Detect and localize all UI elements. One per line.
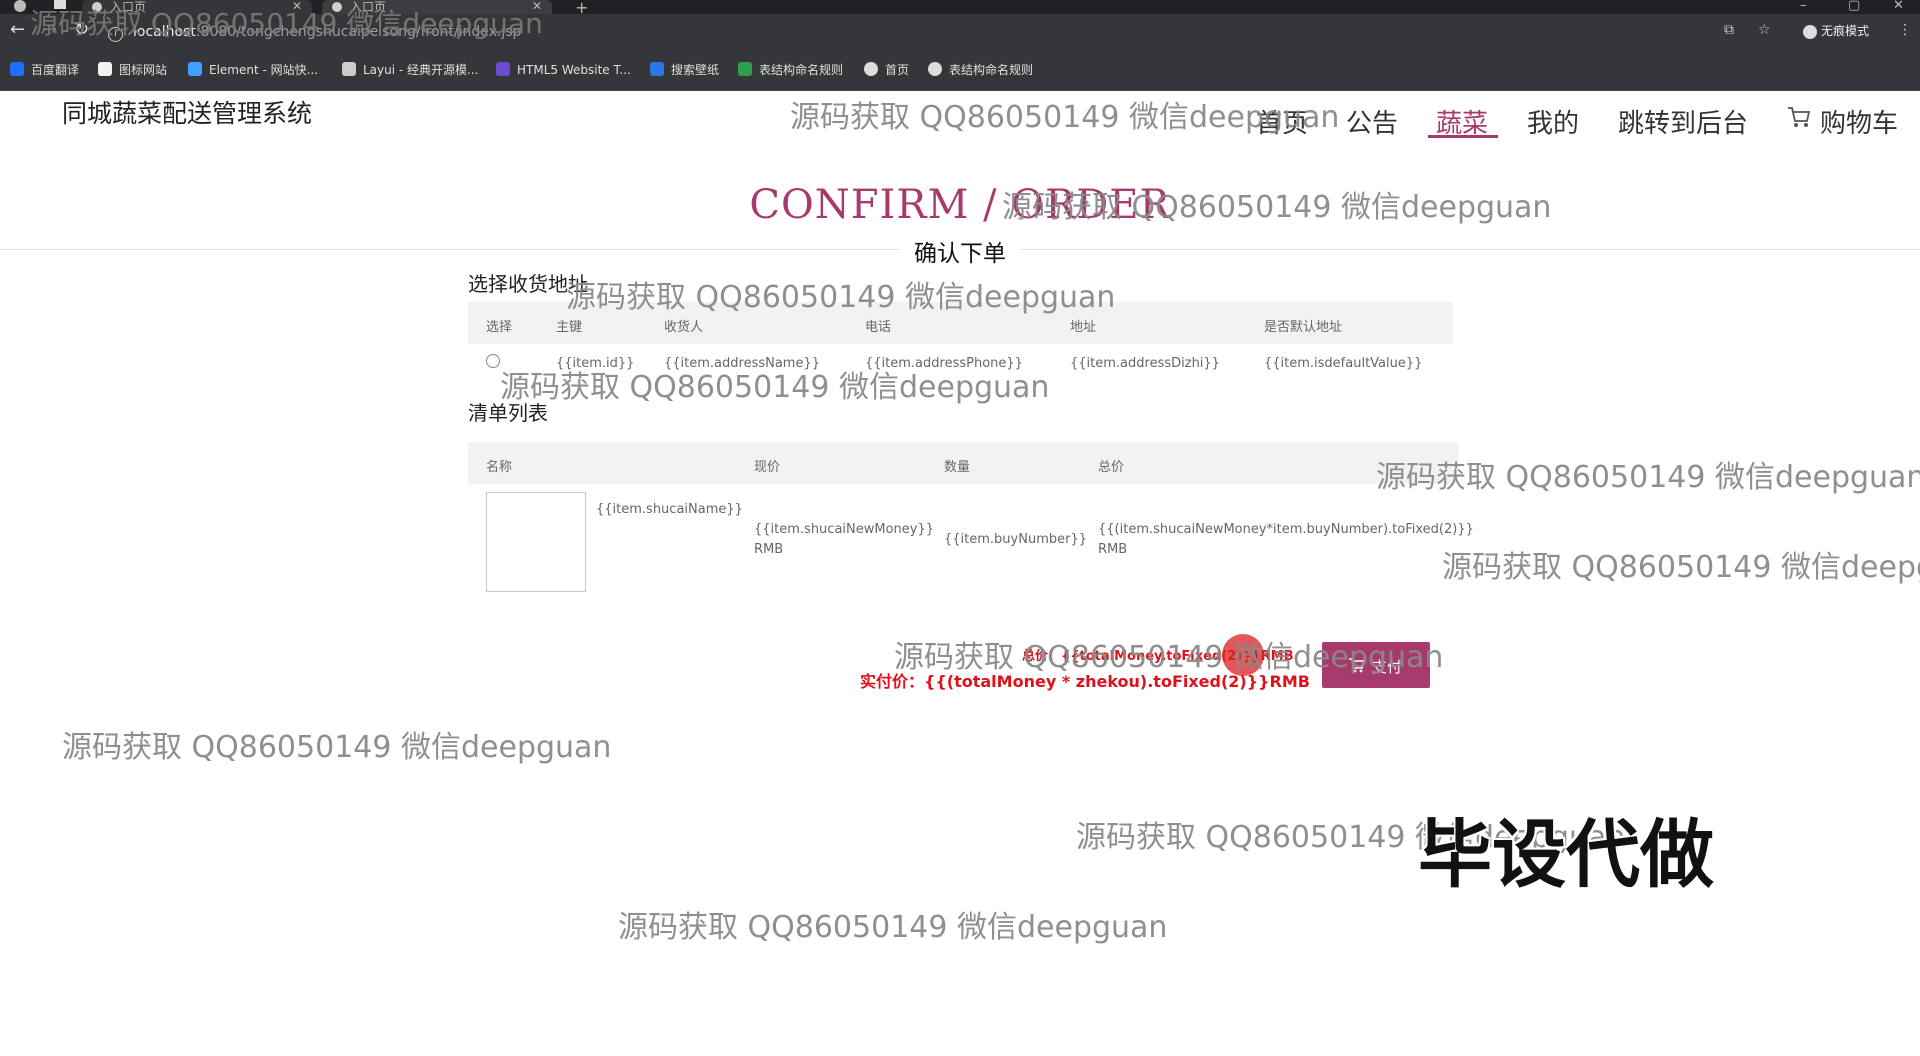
star-icon[interactable]: ☆ — [1758, 22, 1771, 38]
nav-active-underline — [1428, 135, 1498, 138]
bookmark-label: 图标网站 — [119, 63, 168, 77]
watermark: 源码获取 QQ86050149 微信deepguan — [618, 910, 1168, 945]
window-minimize-icon[interactable]: – — [1800, 0, 1807, 13]
watermark: 源码获取 QQ86050149 微信deepguan — [1376, 460, 1920, 495]
bookmark-label: Element - 网站快... — [209, 63, 319, 77]
site-title: 同城蔬菜配送管理系统 — [62, 99, 313, 128]
order-row: {{item.shucaiName}} {{item.shucaiNewMone… — [468, 484, 1474, 592]
watermark: 源码获取 QQ86050149 微信deepguan — [1002, 190, 1552, 225]
bookmark-label: HTML5 Website T... — [517, 63, 631, 77]
order-col-total: 总价 — [1098, 460, 1125, 475]
watermark: 源码获取 QQ86050149 微信deepguan — [30, 7, 543, 40]
window-close-icon[interactable]: ✕ — [1893, 0, 1904, 13]
nav-cart[interactable]: 购物车 — [1820, 103, 1898, 140]
bookmark-5[interactable]: HTML5 Website T... — [496, 62, 631, 78]
bookmark-9[interactable]: 表结构命名规则 — [928, 62, 1033, 78]
bookmark-label: 表结构命名规则 — [759, 63, 844, 77]
bookmark-label: 搜索壁纸 — [671, 63, 720, 77]
nav-notice[interactable]: 公告 — [1346, 103, 1398, 140]
bookmark-6[interactable]: 搜索壁纸 — [650, 62, 719, 78]
back-icon[interactable]: ← — [10, 20, 25, 40]
address-radio[interactable] — [486, 354, 500, 368]
bookmark-label: 百度翻译 — [31, 63, 80, 77]
incognito-icon — [1803, 24, 1817, 39]
browser-menu-icon[interactable] — [14, 0, 26, 12]
address-col-select: 选择 — [486, 320, 513, 335]
product-thumbnail — [486, 492, 586, 592]
order-col-price: 现价 — [754, 460, 781, 475]
bookmark-3[interactable]: Element - 网站快... — [188, 62, 318, 78]
product-total: {{(item.shucaiNewMoney*item.buyNumber).t… — [1098, 522, 1474, 537]
page-heading: CONFIRM / ORDER — [749, 182, 1171, 228]
bookmark-2[interactable]: 图标网站 — [98, 62, 167, 78]
watermark: 源码获取 QQ86050149 微信deepguan — [500, 370, 1050, 405]
window-maximize-icon[interactable]: ▢ — [1848, 0, 1860, 13]
bookmark-favicon — [342, 62, 356, 76]
order-col-quantity: 数量 — [944, 460, 971, 475]
bookmark-7[interactable]: 表结构命名规则 — [738, 62, 843, 78]
watermark: 源码获取 QQ86050149 微信deepguan — [894, 640, 1444, 675]
bookmark-label: 首页 — [885, 63, 910, 77]
order-col-name: 名称 — [486, 460, 513, 475]
bookmark-8[interactable]: 首页 — [864, 62, 909, 78]
bookmark-4[interactable]: Layui - 经典开源模... — [342, 62, 478, 78]
watermark: 源码获取 QQ86050149 微信deepguan — [790, 100, 1340, 135]
bookmark-favicon — [98, 62, 112, 76]
bookmark-favicon — [738, 62, 752, 76]
address-col-id: 主键 — [556, 320, 583, 335]
incognito-indicator[interactable]: 无痕模式 — [1795, 20, 1877, 42]
address-col-name: 收货人 — [664, 320, 704, 335]
bookmark-1[interactable]: 百度翻译 — [10, 62, 79, 78]
bookmark-favicon — [188, 62, 202, 76]
bookmark-label: Layui - 经典开源模... — [363, 63, 479, 77]
watermark: 源码获取 QQ86050149 微信deepguan — [62, 730, 612, 765]
address-col-phone: 电话 — [865, 320, 892, 335]
browser-more-icon[interactable]: ⋮ — [1898, 22, 1912, 38]
bookmark-favicon — [10, 62, 24, 76]
product-price-unit: RMB — [754, 542, 784, 557]
product-name: {{item.shucaiName}} — [596, 502, 743, 517]
page-subtitle: 确认下单 — [900, 234, 1020, 268]
watermark-large: 毕设代做 — [1418, 812, 1714, 898]
address-default: {{item.isdefaultValue}} — [1264, 356, 1423, 371]
bookmark-favicon — [496, 62, 510, 76]
address-col-default: 是否默认地址 — [1264, 320, 1343, 335]
nav-mine[interactable]: 我的 — [1527, 103, 1579, 140]
incognito-label: 无痕模式 — [1821, 24, 1870, 38]
bookmark-favicon — [864, 62, 878, 76]
watermark: 源码获取 QQ86050149 微信deepguan — [1442, 550, 1920, 585]
address-detail: {{item.addressDizhi}} — [1070, 356, 1220, 371]
nav-admin[interactable]: 跳转到后台 — [1618, 103, 1748, 140]
address-col-address: 地址 — [1070, 320, 1097, 335]
product-price: {{item.shucaiNewMoney}} — [754, 522, 935, 537]
order-table: 名称 现价 数量 总价 {{item.shucaiName}} {{item.s… — [468, 442, 1474, 592]
bookmark-label: 表结构命名规则 — [949, 63, 1034, 77]
bookmark-favicon — [650, 62, 664, 76]
translate-icon[interactable]: ⧉ — [1724, 22, 1734, 38]
watermark: 源码获取 QQ86050149 微信deepguan — [566, 280, 1116, 315]
order-table-header: 名称 现价 数量 总价 — [468, 442, 1458, 484]
product-total-unit: RMB — [1098, 542, 1128, 557]
bookmark-favicon — [928, 62, 942, 76]
product-quantity: {{item.buyNumber}} — [944, 532, 1087, 547]
cart-icon[interactable] — [1786, 104, 1812, 130]
